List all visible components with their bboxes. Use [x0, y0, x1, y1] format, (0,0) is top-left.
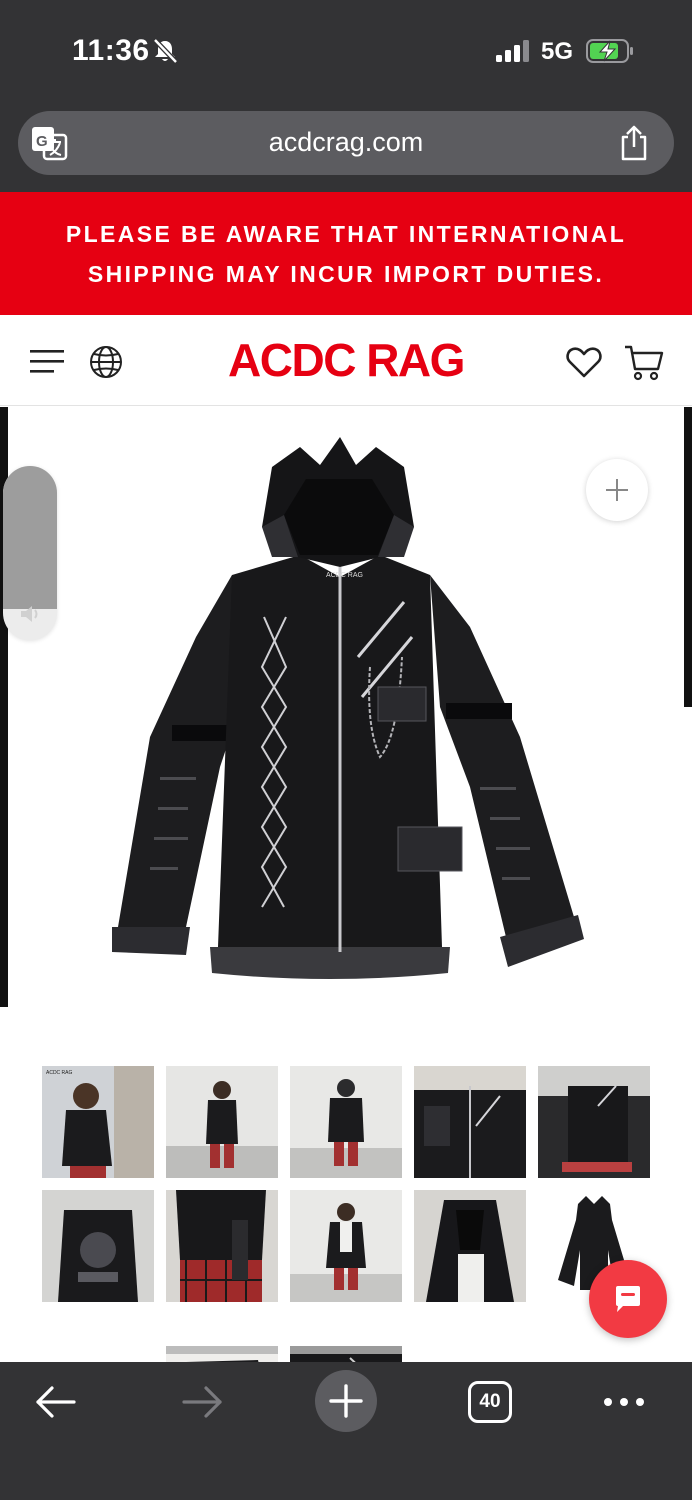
thumbnail[interactable] — [42, 1314, 154, 1362]
right-edge-strip — [684, 407, 692, 707]
plus-icon — [329, 1384, 363, 1418]
bell-slash-icon — [153, 38, 178, 64]
volume-hud[interactable] — [3, 466, 57, 640]
heart-icon[interactable] — [566, 346, 602, 378]
chat-bubble-icon — [616, 1286, 640, 1312]
more-icon[interactable] — [602, 1390, 646, 1414]
thumbnail[interactable] — [414, 1190, 526, 1302]
shipping-notice-banner: PLEASE BE AWARE THAT INTERNATIONAL SHIPP… — [0, 192, 692, 315]
plus-icon — [606, 479, 628, 501]
network-label: 5G — [541, 38, 574, 65]
signal-icon — [496, 40, 529, 62]
thumbnail[interactable] — [290, 1314, 402, 1362]
garment-tag: ACDC RAG — [326, 572, 363, 579]
browser-top-chrome: 11:36 5G G acdcrag.com — [0, 0, 692, 192]
thumbnail[interactable] — [166, 1190, 278, 1302]
thumbnail[interactable]: ACDC RAG — [42, 1066, 154, 1178]
tabs-button[interactable]: 40 — [468, 1381, 512, 1423]
cart-icon[interactable] — [624, 344, 664, 382]
thumbnail[interactable] — [414, 1066, 526, 1178]
url-text[interactable]: acdcrag.com — [18, 127, 674, 158]
thumbnail[interactable] — [166, 1314, 278, 1362]
thumbnail[interactable] — [42, 1190, 154, 1302]
back-arrow-icon[interactable] — [34, 1384, 78, 1420]
speaker-icon — [21, 606, 38, 622]
thumbnail[interactable] — [538, 1066, 650, 1178]
browser-toolbar: 40 — [0, 1362, 692, 1500]
site-header: ACDC RAG — [0, 315, 692, 406]
thumbnail[interactable] — [290, 1190, 402, 1302]
thumbnail[interactable] — [290, 1066, 402, 1178]
new-tab-button[interactable] — [315, 1370, 377, 1432]
zoom-button[interactable] — [586, 459, 648, 521]
status-time: 11:36 — [72, 34, 150, 67]
shipping-notice-text: PLEASE BE AWARE THAT INTERNATIONAL SHIPP… — [65, 220, 627, 287]
share-icon[interactable] — [618, 125, 650, 161]
battery-charging-icon — [586, 39, 633, 63]
volume-level-fill — [3, 466, 57, 609]
address-bar[interactable]: G acdcrag.com — [18, 111, 674, 175]
thumbnail[interactable] — [166, 1066, 278, 1178]
chat-button[interactable] — [589, 1260, 667, 1338]
svg-text:ACDC RAG: ACDC RAG — [46, 1070, 73, 1076]
forward-arrow-icon[interactable] — [180, 1384, 224, 1420]
